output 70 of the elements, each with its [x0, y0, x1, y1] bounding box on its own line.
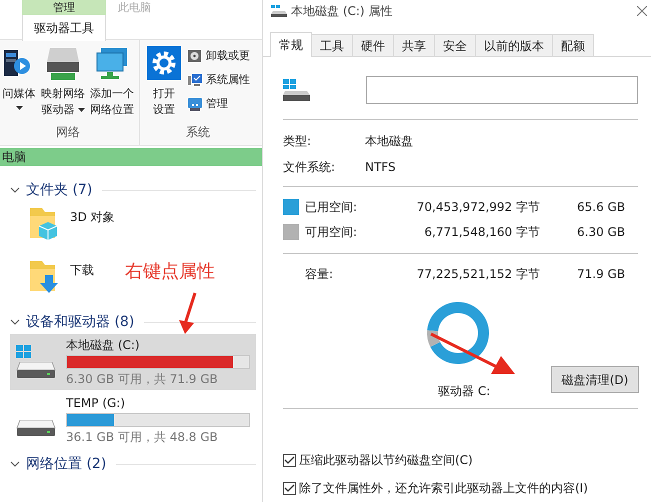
option-label: 除了文件属性外，还允许索引此驱动器上文件的内容(I)	[299, 480, 588, 497]
disk-cleanup-button[interactable]: 磁盘清理(D)	[551, 366, 639, 393]
section-header[interactable]: 设备和驱动器 (8)	[26, 312, 134, 332]
chevron-down-icon	[10, 461, 20, 467]
folder-item[interactable]: 下载	[26, 257, 94, 306]
address-bar[interactable]: 电脑	[0, 148, 262, 166]
ribbon-tab[interactable]: 驱动器工具	[22, 15, 106, 41]
size-value: 65.6 GB	[577, 199, 626, 216]
space-label: 可用空间:	[305, 224, 358, 241]
checkbox[interactable]	[283, 482, 296, 494]
dialog-title: 本地磁盘 (C:) 属性	[291, 3, 394, 20]
name-field[interactable]	[366, 76, 638, 104]
close-icon	[637, 6, 647, 16]
byte-count: 70,453,972,992 字节	[416, 199, 540, 216]
drive-item[interactable]: 本地磁盘 (C:) 6.30 GB 可用，共 71.9 GB	[10, 334, 256, 390]
field-value: 本地磁盘	[365, 133, 413, 150]
byte-count: 6,771,548,160 字节	[423, 224, 540, 241]
drive-label: 驱动器 C:	[438, 383, 490, 400]
field-value: NTFS	[365, 159, 396, 176]
dialog-tab[interactable]: 配额	[553, 34, 594, 56]
chevron-down-icon	[10, 187, 20, 193]
netloc-button[interactable]: 添加一个 网络位置	[89, 46, 135, 118]
map-button[interactable]: 映射网络 驱动器	[40, 46, 86, 118]
dialog-tab[interactable]: 共享	[394, 34, 435, 56]
dialog-tab[interactable]: 常规	[270, 32, 312, 57]
manage-button[interactable]: 管理	[187, 94, 250, 114]
network-drive-icon	[46, 46, 80, 80]
folder-name: 3D 对象	[70, 209, 115, 226]
option-label: 压缩此驱动器以节约磁盘空间(C)	[299, 452, 473, 469]
settings-icon	[147, 46, 181, 80]
folder-item[interactable]: 3D 对象	[26, 204, 115, 253]
space-label: 已用空间:	[305, 199, 358, 216]
arrow-annotation	[178, 292, 198, 334]
dialog-tab[interactable]: 安全	[435, 34, 476, 56]
section-header[interactable]: 文件夹 (7)	[26, 180, 92, 200]
computer-icon	[187, 96, 203, 112]
dialog-tab[interactable]: 硬件	[353, 34, 394, 56]
drive-item[interactable]: TEMP (G:) 36.1 GB 可用，共 48.8 GB	[10, 392, 256, 448]
drive-space-text: 6.30 GB 可用，共 71.9 GB	[66, 370, 219, 386]
context-tab-label: 管理	[22, 0, 106, 15]
field-label: 文件系统:	[283, 159, 336, 176]
dialog-tab[interactable]: 工具	[312, 34, 353, 56]
drive-icon	[283, 79, 311, 101]
size-value: 71.9 GB	[577, 266, 626, 283]
sysprop-button[interactable]: 系统属性	[187, 70, 250, 90]
computer-check-icon	[187, 72, 203, 88]
size-value: 6.30 GB	[577, 224, 626, 241]
chevron-down-icon	[10, 319, 20, 325]
drive-icon	[271, 5, 287, 17]
folder-name: 下载	[70, 262, 94, 279]
uninstall-button[interactable]: 卸载或更	[187, 46, 250, 66]
drive-space-text: 36.1 GB 可用，共 48.8 GB	[66, 428, 219, 444]
group-label: 网络	[55, 124, 81, 141]
byte-count: 77,225,521,152 字节	[416, 266, 540, 283]
drive-name: 本地磁盘 (C:)	[66, 338, 141, 352]
window-title: 此电脑	[118, 0, 151, 15]
space-label: 容量:	[305, 266, 334, 283]
dialog-tab[interactable]: 以前的版本	[476, 34, 553, 56]
drive-icon	[16, 420, 56, 437]
field-label: 类型:	[283, 133, 312, 150]
monitor-icon	[95, 46, 129, 80]
checkbox[interactable]	[283, 454, 296, 466]
group-label: 系统	[185, 124, 211, 141]
annotation-text: 右键点属性	[125, 260, 215, 284]
section-header[interactable]: 网络位置 (2)	[26, 454, 106, 474]
drive-name: TEMP (G:)	[66, 396, 126, 410]
settings-button[interactable]: 打开 设置	[146, 46, 182, 118]
disc-box-icon	[187, 48, 203, 64]
drive-icon	[16, 362, 56, 379]
media-button[interactable]: 问媒体	[1, 46, 37, 110]
